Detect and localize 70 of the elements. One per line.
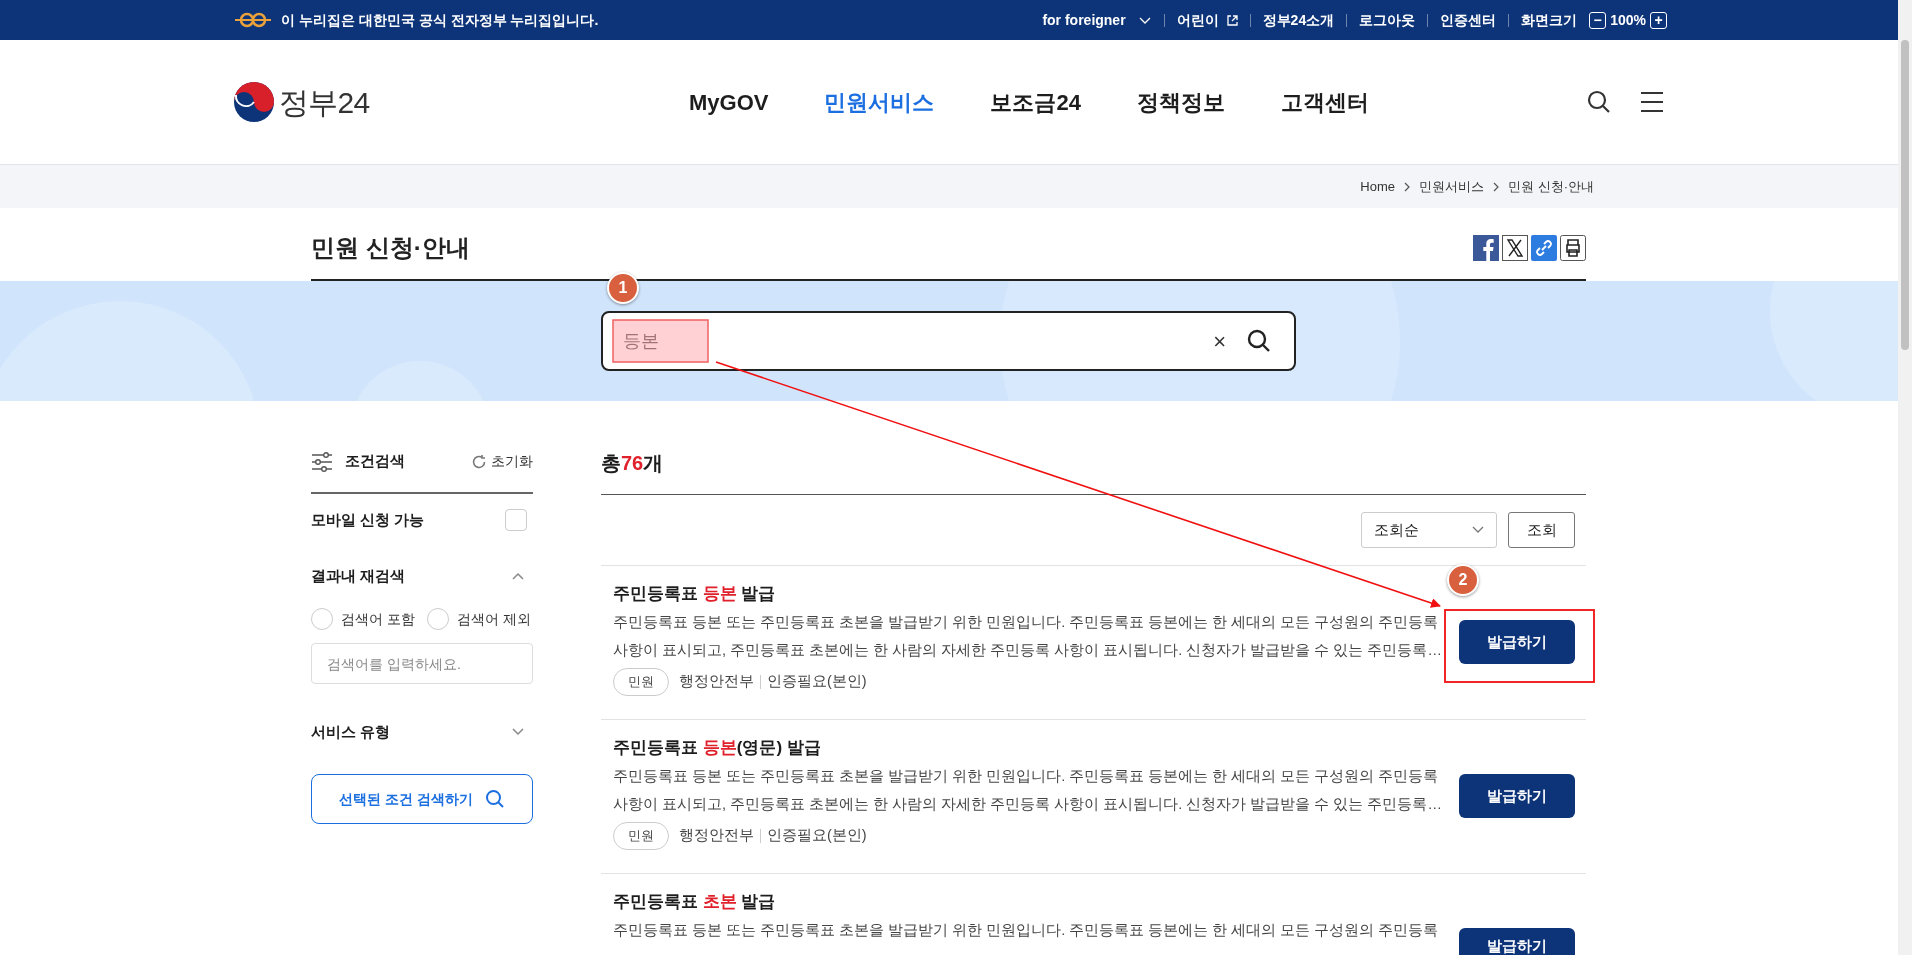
zoom-in-button[interactable]: + bbox=[1650, 11, 1667, 29]
sort-button[interactable]: 조회 bbox=[1508, 512, 1575, 548]
result-title[interactable]: 주민등록표 등본 발급 bbox=[613, 580, 776, 608]
top-link[interactable]: for foreigner bbox=[1042, 9, 1152, 31]
filter-label: 서비스 유형 bbox=[311, 721, 391, 742]
emblem-icon bbox=[233, 12, 273, 28]
step-badge: 1 bbox=[607, 272, 639, 304]
breadcrumb-link[interactable]: Home bbox=[1360, 176, 1396, 197]
top-link[interactable]: 정부24소개 bbox=[1262, 9, 1335, 31]
search-icon[interactable] bbox=[1586, 89, 1612, 115]
breadcrumb-link[interactable]: 민원서비스 bbox=[1419, 176, 1485, 197]
notice-text: 이 누리집은 대한민국 공식 전자정부 누리집입니다. bbox=[281, 10, 599, 30]
chevron-right-icon bbox=[1492, 181, 1501, 192]
chevron-down-icon bbox=[1472, 526, 1484, 534]
top-link[interactable]: 로그아웃 bbox=[1359, 9, 1416, 31]
zoom-out-button[interactable]: − bbox=[1589, 11, 1607, 29]
emblem-icon bbox=[233, 81, 275, 123]
result-count: 총76개 bbox=[601, 431, 1586, 495]
nav-link[interactable]: 정책정보 bbox=[1136, 85, 1225, 119]
result-description: 주민등록표 등본 또는 주민등록표 초본을 발급받기 위한 민원입니다. 주민등록표 등본에는 한 세대의 모든 구성원의 주민등록 사항이 표시되고, 주민등록표 초본에는 한 사람의 자세한 주민등록 사항이 표시됩니다. 신청자가 발급받을 수 있는 주민등록… bbox=[613, 767, 1442, 814]
agency-text: 행정안전부 bbox=[679, 826, 754, 846]
step-badge: 2 bbox=[1447, 564, 1479, 596]
scrollbar[interactable] bbox=[1898, 0, 1912, 955]
filter-label: 결과내 재검색 bbox=[311, 565, 406, 586]
facebook-icon[interactable] bbox=[1473, 234, 1499, 261]
chevron-down-icon[interactable] bbox=[511, 727, 525, 737]
agency-text: 행정안전부 bbox=[679, 672, 754, 692]
result-description: 주민등록표 등본 또는 주민등록표 초본을 발급받기 위한 민원입니다. 주민등록표 등본에는 한 세대의 모든 구성원의 주민등록 사항이 표시되고, 주민등록표 초본에는 한 사람의 자세한 주민등록 사항이 표시됩니다. 신청자가 발급받을 수 있는 주민등록… bbox=[613, 613, 1442, 660]
nav-link[interactable]: 민원서비스 bbox=[824, 85, 935, 119]
print-icon[interactable] bbox=[1560, 234, 1586, 261]
top-link[interactable]: 어린이 bbox=[1176, 9, 1238, 31]
top-link[interactable]: 인증센터 bbox=[1440, 9, 1497, 31]
clear-button[interactable]: × bbox=[1213, 324, 1226, 358]
chevron-up-icon[interactable] bbox=[511, 571, 525, 581]
filter-icon bbox=[311, 451, 333, 472]
x-logo-icon[interactable] bbox=[1502, 234, 1528, 261]
logo-text[interactable]: 정부24 bbox=[279, 79, 370, 125]
external-link-icon bbox=[1226, 14, 1238, 26]
refresh-icon bbox=[471, 453, 487, 470]
page-title: 민원 신청·안내 bbox=[311, 232, 470, 263]
search-icon[interactable] bbox=[1246, 328, 1272, 354]
issue-button[interactable]: 발급하기 bbox=[1459, 774, 1575, 818]
result-title[interactable]: 주민등록표 초본 발급 bbox=[613, 888, 776, 916]
chevron-down-icon bbox=[1137, 15, 1152, 25]
sort-dropdown[interactable]: 조회순 bbox=[1361, 512, 1497, 548]
filter-title: 조건검색 bbox=[345, 451, 406, 472]
top-link[interactable]: 화면크기 bbox=[1521, 9, 1578, 31]
reset-button[interactable]: 초기화 bbox=[471, 451, 533, 472]
nav-link[interactable]: MyGOV bbox=[689, 85, 769, 119]
result-description: 주민등록표 등본 또는 주민등록표 초본을 발급받기 위한 민원입니다. 주민등록표 등본에는 한 세대의 모든 구성원의 주민등록 bbox=[613, 921, 1439, 940]
radio-option[interactable]: 검색어 포함 bbox=[311, 608, 415, 630]
zoom-level: 100% bbox=[1610, 10, 1646, 30]
text-input[interactable]: 검색어를 입력하세요. bbox=[311, 643, 533, 684]
nav-link[interactable]: 고객센터 bbox=[1280, 85, 1369, 119]
checkbox[interactable] bbox=[505, 509, 527, 531]
link-icon[interactable] bbox=[1531, 234, 1557, 261]
menu-icon[interactable] bbox=[1640, 91, 1664, 113]
result-title[interactable]: 주민등록표 등본(영문) 발급 bbox=[613, 734, 821, 762]
search-button[interactable]: 선택된 조건 검색하기 bbox=[311, 774, 533, 824]
nav-link[interactable]: 보조금24 bbox=[990, 85, 1081, 119]
chevron-right-icon bbox=[1403, 181, 1412, 192]
auth-text: 인증필요(본인) bbox=[767, 826, 867, 846]
radio-option[interactable]: 검색어 제외 bbox=[426, 608, 531, 630]
filter-label: 모바일 신청 가능 bbox=[311, 509, 425, 530]
search-field[interactable]: 등본 × bbox=[601, 311, 1296, 371]
search-icon bbox=[484, 789, 505, 809]
breadcrumb-link[interactable]: 민원 신청·안내 bbox=[1508, 176, 1594, 197]
issue-button[interactable]: 발급하기 bbox=[1459, 928, 1575, 955]
issue-button[interactable]: 발급하기 bbox=[1459, 620, 1575, 664]
auth-text: 인증필요(본인) bbox=[767, 672, 867, 692]
